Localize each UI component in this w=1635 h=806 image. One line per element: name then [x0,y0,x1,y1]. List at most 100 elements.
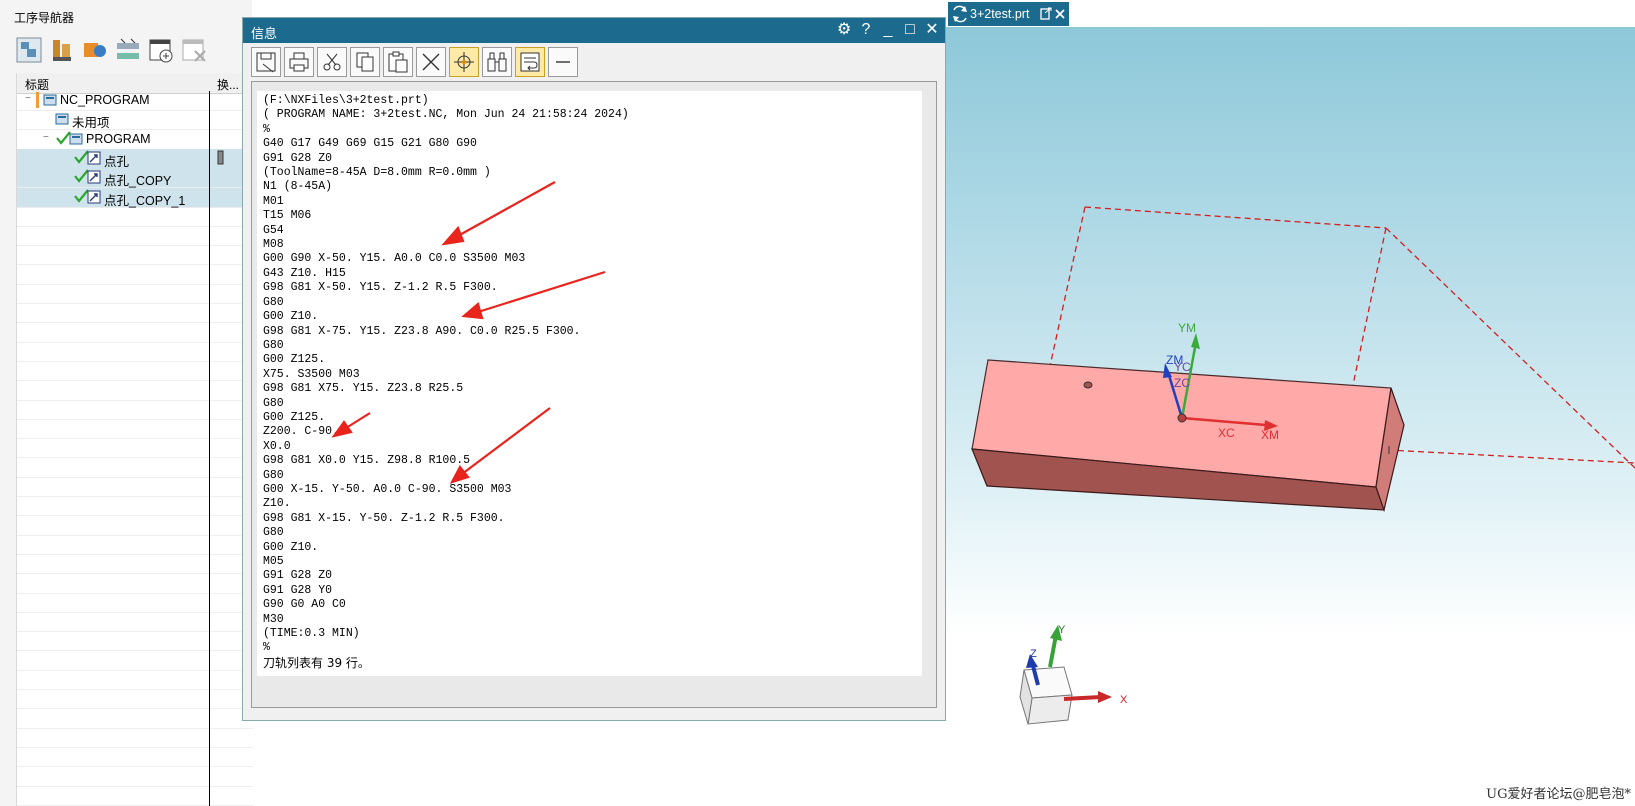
empty-tree-row [17,612,253,633]
geometry-view-icon[interactable] [80,35,110,65]
tree-node-label: 未用项 [72,116,110,131]
close-button[interactable]: ✕ [925,20,939,40]
tree-node[interactable]: 未用项 [17,110,253,131]
empty-tree-row [17,400,253,420]
method-view-icon[interactable] [113,35,143,65]
delete-icon[interactable] [179,35,209,65]
tab-label: 3+2test.prt [970,7,1030,21]
empty-tree-row [17,361,253,382]
code-line: X0.0 [263,439,291,453]
code-line: G80 [263,338,284,352]
empty-tree-row [17,593,253,613]
empty-tree-row [17,458,253,478]
code-line: G98 G81 X-50. Y15. Z-1.2 R.5 F300. [263,281,498,295]
tree-node-label: PROGRAM [86,131,151,146]
find-binoculars-icon[interactable] [482,47,512,77]
code-line: T15 M06 [263,209,312,223]
sync-icon [953,5,967,23]
print-icon[interactable] [284,47,314,77]
tree-node-label: 点孔 [104,154,130,169]
zc-label: ZC [1174,376,1190,390]
info-text-area[interactable]: (F:\NXFiles\3+2test.prt)( PROGRAM NAME: … [257,91,922,676]
tool-change-icon [217,150,225,169]
code-line: G43 Z10. H15 [263,266,346,280]
info-toolbar [251,47,578,79]
minimize-button[interactable]: _ [881,20,895,40]
help-icon[interactable]: ? [859,20,873,40]
paste-icon[interactable] [383,47,413,77]
drill-operation-icon [87,190,101,207]
code-line: (ToolName=8-45A D=8.0mm R=0.0mm ) [263,166,491,180]
code-line: X75. S3500 M03 [263,367,360,381]
program-folder-icon [43,93,57,110]
code-line: G98 G81 X-15. Y-50. Z-1.2 R.5 F300. [263,511,505,525]
cut-icon[interactable] [317,47,347,77]
empty-tree-row [17,265,253,285]
info-window-title: 信息 [251,26,278,41]
empty-tree-row [17,786,253,806]
tab-3plus2test-prt[interactable]: 3+2test.prt [948,2,1069,26]
code-line: Z10. [263,497,291,511]
code-line: G91 G28 Z0 [263,569,333,583]
empty-tree-row [17,574,253,594]
navigator-toolbar [14,35,209,69]
empty-tree-row [17,747,253,768]
empty-tree-row [17,381,253,401]
empty-tree-row [17,284,253,304]
view-triad[interactable] [1019,625,1112,725]
code-line: 刀轨列表有 39 行。 [263,655,370,670]
part-model-svg: YM ZM YC ZC XC XM Y Z X [971,206,1635,725]
tree-node[interactable]: 点孔_COPY_1 [17,187,253,208]
locate-icon[interactable] [449,47,479,77]
program-order-view-icon[interactable] [14,35,44,65]
empty-tree-row [17,709,253,729]
graphics-tab-bar: 3+2test.prt [946,0,1635,28]
settings-gear-icon[interactable]: ⚙ [837,20,851,40]
operation-navigator: 工序导航器 标题 换... − NC_PROGRAM 未用项 − PROGRAM 点孔 点孔… [0,0,253,806]
yc-label: YC [1174,360,1191,374]
tree-expander-icon[interactable]: − [43,132,49,143]
graphics-window[interactable]: YM ZM YC ZC XC XM Y Z X UG爱好者论坛@肥皂泡* [946,27,1635,806]
tree-node[interactable]: 点孔_COPY [17,168,253,189]
copy-icon[interactable] [350,47,380,77]
code-line: G00 Z10. [263,310,319,324]
code-line: G00 Z125. [263,353,326,367]
undock-icon[interactable] [1040,7,1052,21]
tree-node[interactable]: − NC_PROGRAM [17,91,253,111]
word-wrap-icon[interactable] [515,47,545,77]
code-line: (TIME:0.3 MIN) [263,627,360,641]
empty-tree-row [17,342,253,362]
create-operation-icon[interactable] [146,35,176,65]
operation-tree: 标题 换... − NC_PROGRAM 未用项 − PROGRAM 点孔 点孔_COPY 点… [16,73,253,806]
empty-tree-row [17,728,253,748]
empty-tree-row [17,651,253,671]
column-divider[interactable] [209,91,210,806]
clear-icon[interactable] [416,47,446,77]
program-folder-icon [55,112,69,129]
tree-node-label: 点孔_COPY_1 [104,193,186,208]
ym-label: YM [1178,321,1196,335]
tree-node-label: NC_PROGRAM [60,93,150,107]
info-content-panel: (F:\NXFiles\3+2test.prt)( PROGRAM NAME: … [251,81,937,708]
code-line: G80 [263,526,284,540]
code-line: N1 (8-45A) [263,180,333,194]
tree-node[interactable]: − PROGRAM [17,130,253,150]
code-line: Z200. C-90. [263,425,339,439]
tree-node-label: 点孔_COPY [104,174,172,189]
nc-code-listing: (F:\NXFiles\3+2test.prt)( PROGRAM NAME: … [263,94,629,670]
code-line: G91 G28 Y0 [263,583,333,597]
close-tab-icon[interactable] [1055,9,1065,19]
triad-x-label: X [1120,694,1128,706]
save-icon[interactable] [251,47,281,77]
code-line: G40 G17 G49 G69 G15 G21 G80 G90 [263,137,477,151]
code-line: G00 X-15. Y-50. A0.0 C-90. S3500 M03 [263,482,512,496]
code-line: G80 [263,396,284,410]
collapse-icon[interactable] [548,47,578,77]
info-titlebar[interactable]: 信息 ⚙ ? _ □ ✕ [243,18,945,43]
tree-expander-icon[interactable]: − [25,93,31,104]
maximize-button[interactable]: □ [903,20,917,40]
tree-node[interactable]: 点孔 [17,148,253,169]
machine-tool-view-icon[interactable] [47,35,77,65]
xc-label: XC [1218,426,1235,440]
code-line: G80 [263,295,284,309]
